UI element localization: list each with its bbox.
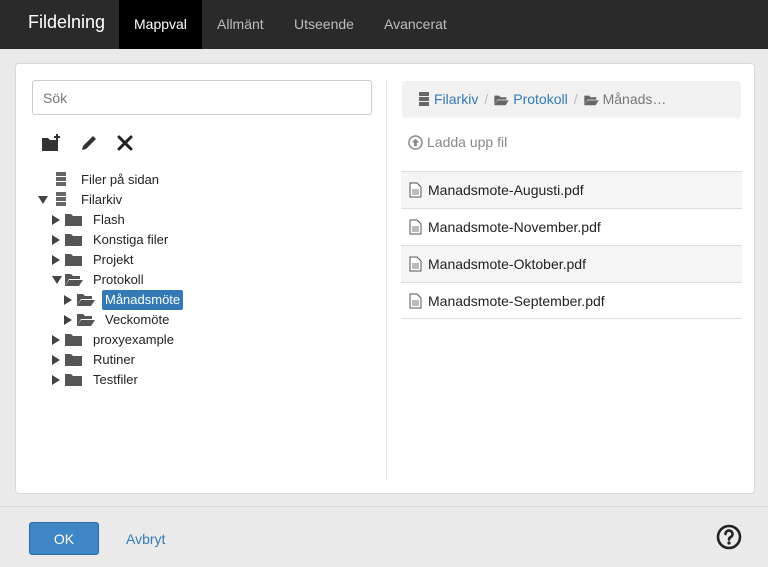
tree-label: proxyexample (93, 332, 174, 347)
file-row[interactable]: Manadsmote-Augusti.pdf (401, 171, 742, 208)
tree-item-filarkiv[interactable]: Filarkiv (38, 190, 368, 210)
expand-arrow-icon[interactable] (52, 355, 60, 365)
tree-label: Rutiner (93, 352, 135, 367)
file-name: Manadsmote-November.pdf (428, 219, 601, 235)
breadcrumb-filarkiv[interactable]: Filarkiv (434, 91, 478, 107)
folder-icon (65, 374, 82, 386)
collapse-arrow-icon[interactable] (52, 276, 62, 284)
tree-item-veckomote[interactable]: Veckomöte (64, 310, 368, 330)
file-name: Manadsmote-Augusti.pdf (428, 182, 584, 198)
tree-label: Projekt (93, 252, 134, 267)
tree-item-testfiler[interactable]: Testfiler (52, 370, 368, 390)
breadcrumb-current: Månads… (602, 91, 667, 107)
upload-label: Ladda upp fil (427, 134, 508, 150)
expand-arrow-icon[interactable] (52, 375, 60, 385)
server-icon (56, 192, 66, 206)
folder-icon (65, 214, 82, 226)
tab-allmant[interactable]: Allmänt (202, 0, 279, 49)
file-name: Manadsmote-September.pdf (428, 293, 605, 309)
tree-label: Filarkiv (81, 192, 123, 207)
folder-open-icon (494, 95, 509, 106)
file-icon (409, 182, 422, 198)
folder-open-icon (583, 95, 599, 106)
upload-file-link[interactable]: Ladda upp fil (408, 134, 507, 150)
tree-item-protokoll[interactable]: Protokoll (52, 270, 368, 290)
expand-arrow-icon[interactable] (52, 235, 60, 245)
breadcrumb-separator: / (573, 91, 578, 107)
breadcrumb: Filarkiv / Protokoll / Månads… (402, 81, 741, 118)
expand-arrow-icon[interactable] (64, 295, 72, 305)
tree-item-manadsmote[interactable]: Månadsmöte (64, 290, 368, 310)
help-icon[interactable] (716, 524, 742, 550)
tree-item-proxyexample[interactable]: proxyexample (52, 330, 368, 350)
expand-arrow-icon[interactable] (52, 335, 60, 345)
top-bar: Fildelning Mappval Allmänt Utseende Avan… (0, 0, 768, 49)
folder-open-icon (65, 274, 83, 286)
folder-icon (65, 334, 82, 346)
tree-item-projekt[interactable]: Projekt (52, 250, 368, 270)
folder-icon (65, 254, 82, 266)
file-icon (409, 256, 422, 272)
folder-icon (65, 234, 82, 246)
folder-icon (65, 354, 82, 366)
tree-item-flash[interactable]: Flash (52, 210, 368, 230)
tree-label: Veckomöte (105, 312, 170, 327)
expand-arrow-icon[interactable] (52, 255, 60, 265)
tab-utseende[interactable]: Utseende (279, 0, 369, 49)
tree-label: Testfiler (93, 372, 138, 387)
tree-label: Filer på sidan (81, 172, 160, 187)
tree-label: Protokoll (93, 272, 144, 287)
tree-label: Flash (93, 212, 125, 227)
expand-arrow-icon[interactable] (52, 215, 60, 225)
app-title: Fildelning (28, 12, 106, 32)
panel-divider (386, 81, 387, 481)
breadcrumb-separator: / (484, 91, 489, 107)
delete-icon[interactable] (114, 132, 136, 154)
pencil-icon[interactable] (78, 132, 100, 154)
server-icon (56, 172, 66, 186)
tree-label: Konstiga filer (93, 232, 169, 247)
tree-label-selected: Månadsmöte (102, 290, 184, 310)
file-row[interactable]: Manadsmote-November.pdf (401, 208, 742, 245)
folder-open-icon (77, 294, 95, 306)
new-folder-icon[interactable] (40, 132, 62, 154)
file-row[interactable]: Manadsmote-September.pdf (401, 282, 742, 319)
breadcrumb-protokoll[interactable]: Protokoll (513, 91, 567, 107)
file-row[interactable]: Manadsmote-Oktober.pdf (401, 245, 742, 282)
ok-button[interactable]: OK (29, 522, 99, 555)
tree-item-konstiga-filer[interactable]: Konstiga filer (52, 230, 368, 250)
expand-arrow-icon[interactable] (64, 315, 72, 325)
file-list: Manadsmote-Augusti.pdf Manadsmote-Novemb… (401, 171, 742, 319)
cancel-link[interactable]: Avbryt (126, 531, 165, 547)
folder-selection-panel: Filer på sidan Filarkiv Flash Konstiga f… (15, 63, 755, 494)
tree-item-rutiner[interactable]: Rutiner (52, 350, 368, 370)
upload-icon (408, 135, 423, 150)
server-icon (419, 92, 429, 106)
file-name: Manadsmote-Oktober.pdf (428, 256, 586, 272)
tab-mappval[interactable]: Mappval (119, 0, 202, 49)
search-input[interactable] (32, 80, 372, 115)
footer: OK Avbryt (0, 506, 768, 567)
folder-open-icon (77, 314, 95, 326)
file-icon (409, 219, 422, 235)
tree-item-filer-pa-sidan[interactable]: Filer på sidan (38, 170, 368, 190)
file-icon (409, 293, 422, 309)
collapse-arrow-icon[interactable] (38, 196, 48, 204)
tab-avancerat[interactable]: Avancerat (369, 0, 462, 49)
